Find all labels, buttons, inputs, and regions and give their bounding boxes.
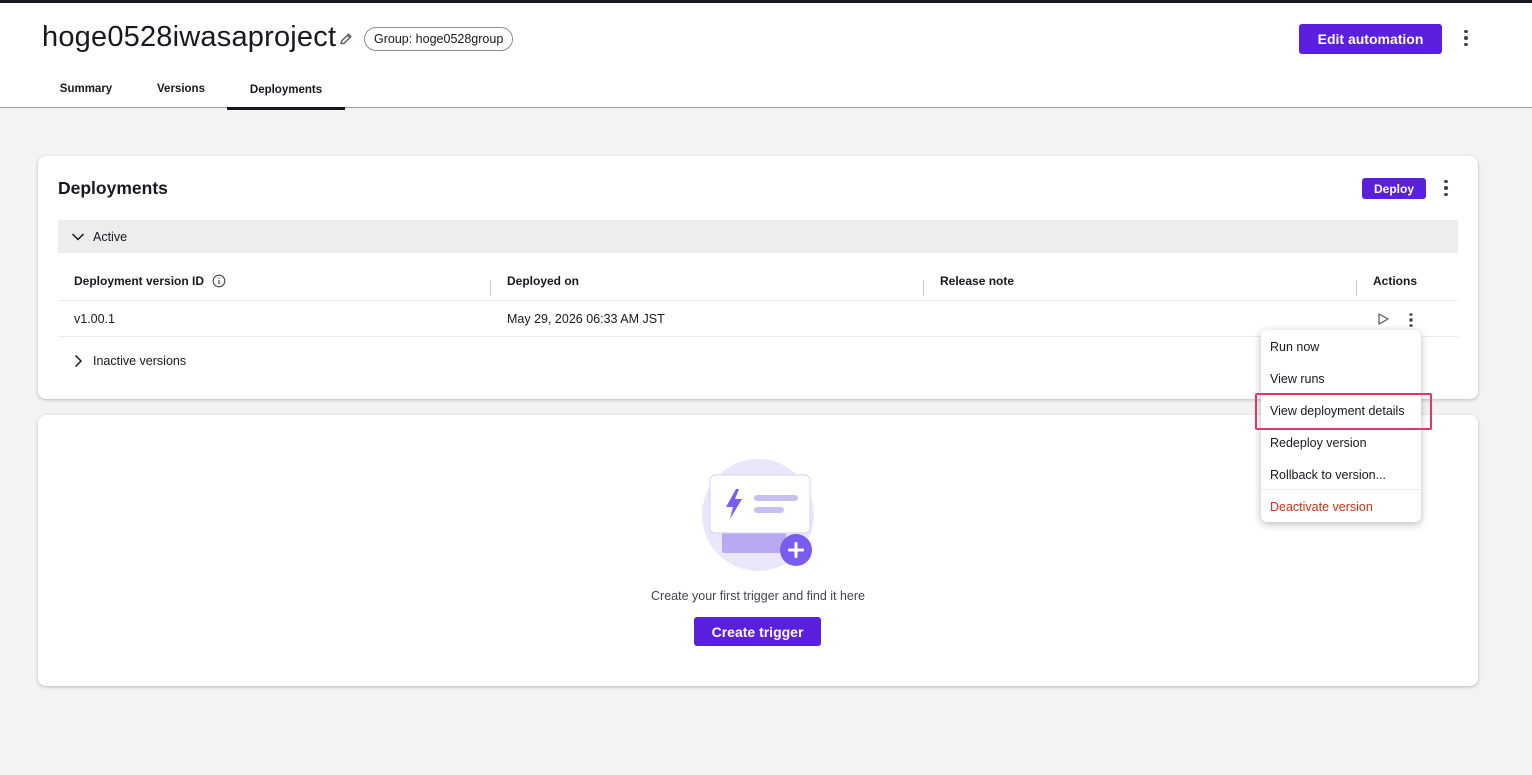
tab-summary[interactable]: Summary bbox=[44, 81, 128, 109]
menu-divider bbox=[1261, 489, 1421, 490]
column-header-actions: Actions bbox=[1373, 274, 1418, 288]
tab-deployments-label: Deployments bbox=[249, 84, 323, 96]
deployments-title: Deployments bbox=[58, 178, 168, 198]
menu-item-redeploy-version[interactable]: Redeploy version bbox=[1261, 427, 1421, 457]
menu-item-view-runs[interactable]: View runs bbox=[1261, 363, 1421, 393]
column-divider bbox=[1356, 280, 1357, 296]
page-title: hoge0528iwasaproject bbox=[42, 21, 337, 53]
group-badge: Group: hoge0528group bbox=[364, 27, 514, 51]
row-divider bbox=[58, 336, 1458, 337]
menu-item-label: Run now bbox=[1270, 340, 1320, 354]
table-cell-deployed-on: May 29, 2026 06:33 AM JST bbox=[507, 312, 665, 326]
menu-item-run-now[interactable]: Run now bbox=[1261, 331, 1421, 361]
inactive-versions-toggle[interactable]: Inactive versions bbox=[58, 350, 658, 374]
deploy-button[interactable]: Deploy bbox=[1362, 178, 1426, 199]
menu-item-label: Deactivate version bbox=[1270, 500, 1373, 514]
more-vertical-icon[interactable] bbox=[1436, 176, 1456, 200]
inactive-versions-label: Inactive versions bbox=[93, 354, 187, 368]
menu-item-view-deployment-details[interactable]: View deployment details bbox=[1261, 395, 1421, 425]
menu-item-label: View runs bbox=[1270, 372, 1325, 386]
active-section-label: Active bbox=[93, 230, 128, 244]
column-divider bbox=[490, 280, 491, 296]
menu-item-label: Redeploy version bbox=[1270, 436, 1367, 450]
row-divider bbox=[58, 300, 1458, 301]
tab-summary-label: Summary bbox=[59, 83, 113, 95]
chevron-right-icon bbox=[74, 354, 83, 368]
column-header-deployed-on: Deployed on bbox=[507, 274, 580, 288]
actions-dropdown-menu: Run now View runs View deployment detail… bbox=[1261, 330, 1421, 522]
edit-automation-button[interactable]: Edit automation bbox=[1299, 24, 1442, 54]
table-cell-version-id: v1.00.1 bbox=[74, 312, 116, 326]
menu-item-label: View deployment details bbox=[1270, 404, 1405, 418]
tab-versions-label: Versions bbox=[157, 83, 205, 95]
column-header-version-id: Deployment version ID bbox=[74, 274, 205, 288]
menu-item-rollback-to-version[interactable]: Rollback to version... bbox=[1261, 459, 1421, 489]
create-trigger-button[interactable]: Create trigger bbox=[694, 617, 821, 646]
more-vertical-icon[interactable] bbox=[1403, 310, 1420, 330]
column-divider bbox=[923, 280, 924, 296]
chevron-down-icon bbox=[71, 233, 85, 241]
tab-deployments[interactable]: Deployments bbox=[227, 82, 345, 110]
active-section-toggle[interactable]: Active bbox=[58, 220, 1458, 253]
menu-item-label: Rollback to version... bbox=[1270, 468, 1387, 482]
info-icon[interactable] bbox=[212, 274, 226, 288]
play-icon[interactable] bbox=[1376, 312, 1390, 326]
column-header-release-note: Release note bbox=[940, 274, 1015, 288]
menu-item-deactivate-version[interactable]: Deactivate version bbox=[1261, 491, 1421, 521]
more-vertical-icon[interactable] bbox=[1456, 26, 1476, 50]
trigger-illustration-icon bbox=[702, 459, 814, 571]
empty-state-message: Create your first trigger and find it he… bbox=[651, 589, 865, 603]
tab-versions[interactable]: Versions bbox=[140, 81, 222, 109]
pencil-icon[interactable] bbox=[338, 31, 354, 47]
page-header: hoge0528iwasaproject Group: hoge0528grou… bbox=[0, 3, 1532, 110]
